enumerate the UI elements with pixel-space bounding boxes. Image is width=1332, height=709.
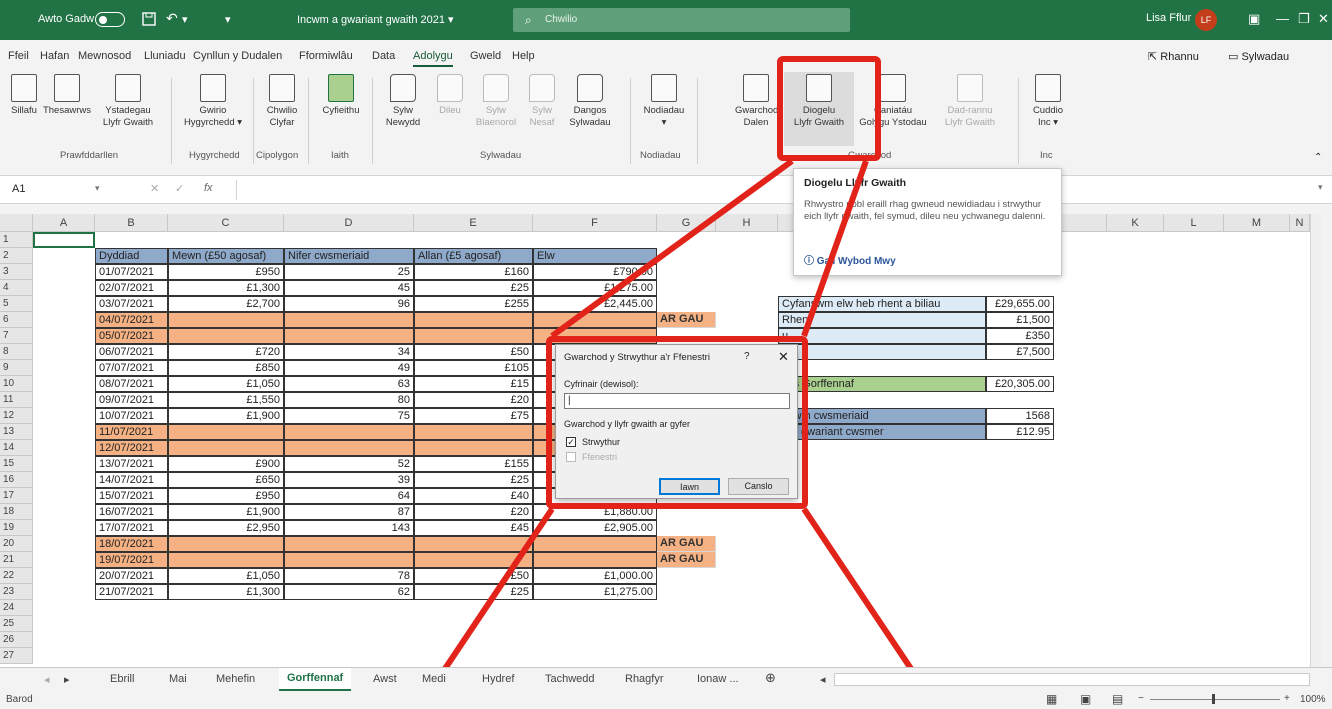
sheet-tab-june[interactable]: Mehefin <box>216 673 255 685</box>
sheet-tab-august[interactable]: Awst <box>373 673 397 685</box>
sheet-tab-october[interactable]: Hydref <box>482 673 514 685</box>
sheet-tab-july[interactable]: Gorffennaf <box>279 668 352 691</box>
next-sheet-icon[interactable]: ▸ <box>64 673 70 686</box>
sheet-tab-november[interactable]: Tachwedd <box>545 673 595 685</box>
zoom-level[interactable]: 100% <box>1300 694 1326 705</box>
horizontal-scrollbar-left-icon[interactable]: ◂ <box>820 673 826 686</box>
sheet-tab-bar: ◂ ▸ Ebrill Mai Mehefin Gorffennaf Awst M… <box>0 667 1332 691</box>
status-text: Barod <box>6 694 33 705</box>
sheet-tab-september[interactable]: Medi <box>422 673 446 685</box>
zoom-slider[interactable] <box>1150 699 1280 700</box>
zoom-slider-thumb[interactable] <box>1212 694 1215 704</box>
status-bar: Barod ▦ ▣ ▤ − + 100% <box>0 691 1332 709</box>
sheet-tab-may[interactable]: Mai <box>169 673 187 685</box>
page-break-icon[interactable]: ▤ <box>1112 692 1123 706</box>
sheet-tab-april[interactable]: Ebrill <box>110 673 134 685</box>
previous-sheet-icon[interactable]: ◂ <box>44 673 50 686</box>
sheet-tab-january[interactable]: Ionaw ... <box>697 673 739 685</box>
normal-view-icon[interactable]: ▦ <box>1046 692 1057 706</box>
page-layout-icon[interactable]: ▣ <box>1080 692 1091 706</box>
zoom-out-icon[interactable]: − <box>1138 693 1144 704</box>
sheet-tab-december[interactable]: Rhagfyr <box>625 673 664 685</box>
callout-lines <box>415 158 941 709</box>
zoom-in-icon[interactable]: + <box>1284 693 1290 704</box>
horizontal-scrollbar[interactable] <box>834 673 1310 686</box>
add-sheet-icon[interactable]: ⊕ <box>765 670 776 686</box>
